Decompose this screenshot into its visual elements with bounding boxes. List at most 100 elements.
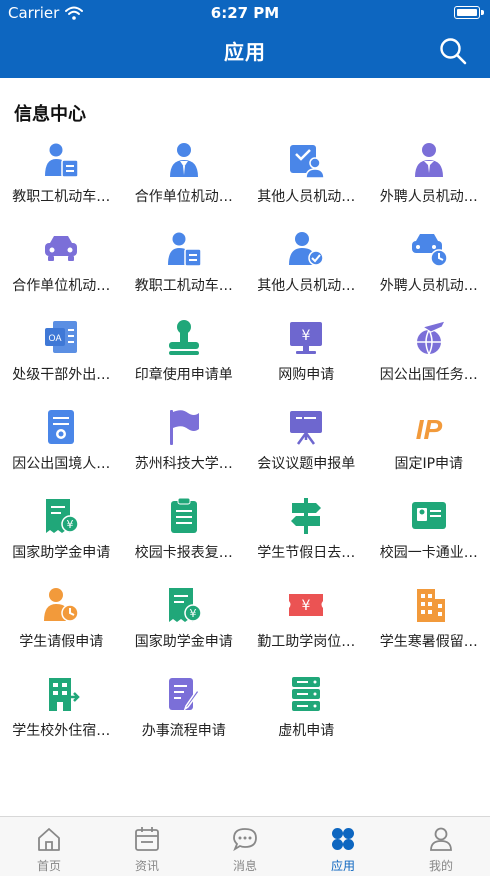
app-item[interactable]: 外聘人员机动… (368, 225, 490, 314)
app-item[interactable]: 因公出国任务… (368, 314, 490, 403)
app-item[interactable]: 学生寒暑假留… (368, 581, 490, 670)
app-item[interactable]: IP 固定IP申请 (368, 403, 490, 492)
presentation-icon (290, 411, 323, 445)
tab-user[interactable]: 我的 (392, 817, 490, 876)
app-label: 外聘人员机动… (379, 278, 478, 294)
edit-document-icon (168, 678, 200, 711)
app-item[interactable]: 教职工机动车… (123, 225, 246, 314)
receipt-yen-icon: ¥ (168, 588, 202, 622)
svg-text:¥: ¥ (67, 518, 74, 531)
app-label: 处级干部外出… (12, 367, 111, 383)
app-item[interactable]: ¥ 网购申请 (245, 314, 368, 403)
app-item[interactable]: ¥ 勤工助学岗位… (245, 581, 368, 670)
tab-label: 我的 (428, 859, 453, 873)
building-icon (416, 589, 445, 622)
status-bar: Carrier 6:27 PM (0, 0, 490, 26)
app-item[interactable]: ¥ 国家助学金申请 (123, 581, 246, 670)
app-item[interactable]: 学生节假日去… (245, 492, 368, 581)
app-label: 学生节假日去… (257, 545, 356, 561)
app-label: 虚机申请 (278, 723, 335, 739)
ip-icon: IP (416, 414, 443, 445)
tab-label: 消息 (232, 859, 257, 873)
clipboard-person-icon (290, 145, 326, 179)
app-label: 网购申请 (278, 367, 335, 383)
tab-label: 首页 (36, 859, 61, 873)
app-item[interactable]: 校园一卡通业… (368, 492, 490, 581)
app-label: 因公出国任务… (379, 367, 478, 383)
svg-text:OA: OA (49, 333, 62, 343)
tab-home[interactable]: 首页 (0, 817, 98, 876)
app-label: 办事流程申请 (141, 723, 226, 739)
app-item[interactable]: 学生请假申请 (0, 581, 123, 670)
app-item[interactable]: OA 处级干部外出… (0, 314, 123, 403)
app-item[interactable]: 其他人员机动… (245, 225, 368, 314)
app-item[interactable]: 学生校外住宿… (0, 670, 123, 759)
app-item[interactable]: 合作单位机动… (0, 225, 123, 314)
calendar-icon (135, 827, 159, 851)
chat-icon (233, 828, 257, 852)
car-icon (45, 236, 78, 261)
svg-text:¥: ¥ (189, 607, 196, 620)
app-label: 学生请假申请 (19, 634, 104, 650)
top-header: Carrier 6:27 PM 应用 (0, 0, 490, 78)
app-item[interactable]: 印章使用申请单 (123, 314, 246, 403)
person-clock-icon (44, 588, 79, 622)
receipt-yen-icon: ¥ (46, 499, 79, 533)
app-item[interactable]: 因公出国境人… (0, 403, 123, 492)
svg-text:¥: ¥ (302, 328, 311, 344)
suit-person-icon (169, 143, 198, 177)
battery-icon (454, 6, 484, 19)
app-item[interactable]: ¥ 国家助学金申请 (0, 492, 123, 581)
home-icon (38, 828, 60, 851)
app-label: 其他人员机动… (257, 278, 356, 294)
app-label: 学生寒暑假留… (379, 634, 478, 650)
app-label: 教职工机动车… (134, 278, 233, 294)
app-label: 勤工助学岗位… (257, 634, 356, 650)
app-label: 会议议题申报单 (257, 456, 356, 472)
plane-globe-icon (416, 320, 446, 355)
search-icon[interactable] (438, 36, 468, 66)
car-clock-icon (411, 234, 448, 267)
building-arrow-icon (49, 678, 81, 711)
id-card-person-icon (45, 143, 79, 178)
app-label: 印章使用申请单 (134, 367, 233, 383)
monitor-yen-icon: ¥ (290, 322, 323, 354)
section-title: 信息中心 (14, 104, 86, 125)
app-grid: 教职工机动车… 合作单位机动… 其他人员机动… 外聘人员机动… 合作单位机动… 教职工机动… (0, 136, 490, 759)
tab-bar: 首页 资讯 消息 应用 我的 (0, 816, 490, 876)
stamp-icon (168, 320, 199, 355)
app-label: 合作单位机动… (12, 278, 111, 294)
oa-document-icon: OA (45, 321, 78, 353)
flag-icon (169, 410, 199, 445)
grid-apps-icon (332, 828, 354, 850)
app-item[interactable]: 办事流程申请 (123, 670, 246, 759)
app-label: 外聘人员机动… (379, 189, 478, 205)
app-label: 国家助学金申请 (134, 634, 233, 650)
page-title: 应用 (224, 40, 266, 64)
svg-text:¥: ¥ (302, 598, 311, 614)
signpost-icon (291, 498, 322, 534)
certificate-icon (48, 410, 75, 444)
person-check-icon (289, 232, 324, 266)
ticket-yen-icon: ¥ (289, 594, 324, 616)
app-item[interactable]: 外聘人员机动… (368, 136, 490, 225)
app-item[interactable]: 其他人员机动… (245, 136, 368, 225)
app-item[interactable]: 校园卡报表复… (123, 492, 246, 581)
tab-label: 应用 (330, 859, 355, 873)
svg-text:IP: IP (416, 414, 443, 445)
user-icon (430, 827, 452, 851)
app-item[interactable]: 教职工机动车… (0, 136, 123, 225)
tab-calendar[interactable]: 资讯 (98, 817, 196, 876)
app-label: 固定IP申请 (394, 456, 464, 472)
app-label: 合作单位机动… (134, 189, 233, 205)
tab-grid-apps[interactable]: 应用 (294, 817, 392, 876)
tab-chat[interactable]: 消息 (196, 817, 294, 876)
status-time: 6:27 PM (210, 4, 280, 22)
app-item[interactable]: 苏州科技大学… (123, 403, 246, 492)
app-item[interactable]: 会议议题申报单 (245, 403, 368, 492)
app-label: 学生校外住宿… (12, 723, 111, 739)
app-label: 苏州科技大学… (134, 456, 233, 472)
app-item[interactable]: 虚机申请 (245, 670, 368, 759)
app-item[interactable]: 合作单位机动… (123, 136, 246, 225)
server-icon (292, 677, 321, 711)
